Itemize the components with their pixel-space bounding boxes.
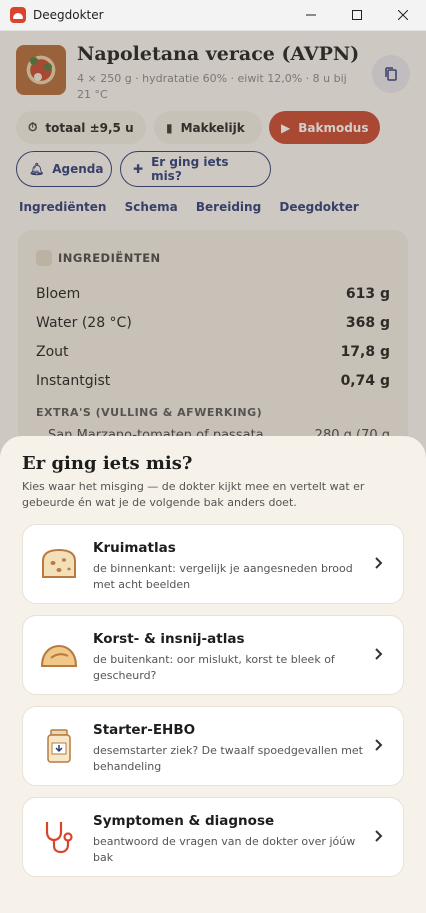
option-starter-first-aid[interactable]: Starter-EHBO desemstarter ziek? De twaal…	[22, 706, 404, 786]
option-description: de binnenkant: vergelijk je aangesneden …	[93, 562, 353, 591]
starter-jar-icon	[47, 729, 71, 763]
app-logo-icon	[10, 7, 26, 23]
window-title: Deegdokter	[33, 8, 104, 22]
went-wrong-sheet: Er ging iets mis? Kies waar het misging …	[0, 436, 426, 913]
option-title: Starter-EHBO	[93, 722, 196, 738]
chevron-right-icon	[375, 739, 383, 751]
chevron-right-icon	[375, 830, 383, 842]
crumb-icon	[42, 548, 76, 578]
window-titlebar: Deegdokter	[0, 0, 426, 31]
sheet-subtitle: Kies waar het misging — de dokter kijkt …	[22, 480, 365, 509]
option-description: beantwoord de vragen van de dokter over …	[93, 835, 356, 864]
maximize-button[interactable]	[334, 0, 380, 31]
option-title: Symptomen & diagnose	[93, 813, 275, 829]
sheet-title: Er ging iets mis?	[22, 453, 193, 474]
option-title: Korst- & insnij-atlas	[93, 631, 245, 647]
minimize-button[interactable]	[288, 0, 334, 31]
chevron-right-icon	[375, 648, 383, 660]
option-title: Kruimatlas	[93, 540, 176, 556]
option-crumb-atlas[interactable]: Kruimatlas de binnenkant: vergelijk je a…	[22, 524, 404, 604]
crust-icon	[40, 644, 78, 667]
option-crust-atlas[interactable]: Korst- & insnij-atlas de buitenkant: oor…	[22, 615, 404, 695]
option-description: desemstarter ziek? De twaalf spoedgevall…	[93, 744, 363, 773]
option-description: de buitenkant: oor mislukt, korst te ble…	[93, 653, 335, 682]
close-button[interactable]	[380, 0, 426, 31]
option-symptoms-diagnosis[interactable]: Symptomen & diagnose beantwoord de vrage…	[22, 797, 404, 877]
stethoscope-icon	[45, 822, 73, 854]
chevron-right-icon	[375, 557, 383, 569]
